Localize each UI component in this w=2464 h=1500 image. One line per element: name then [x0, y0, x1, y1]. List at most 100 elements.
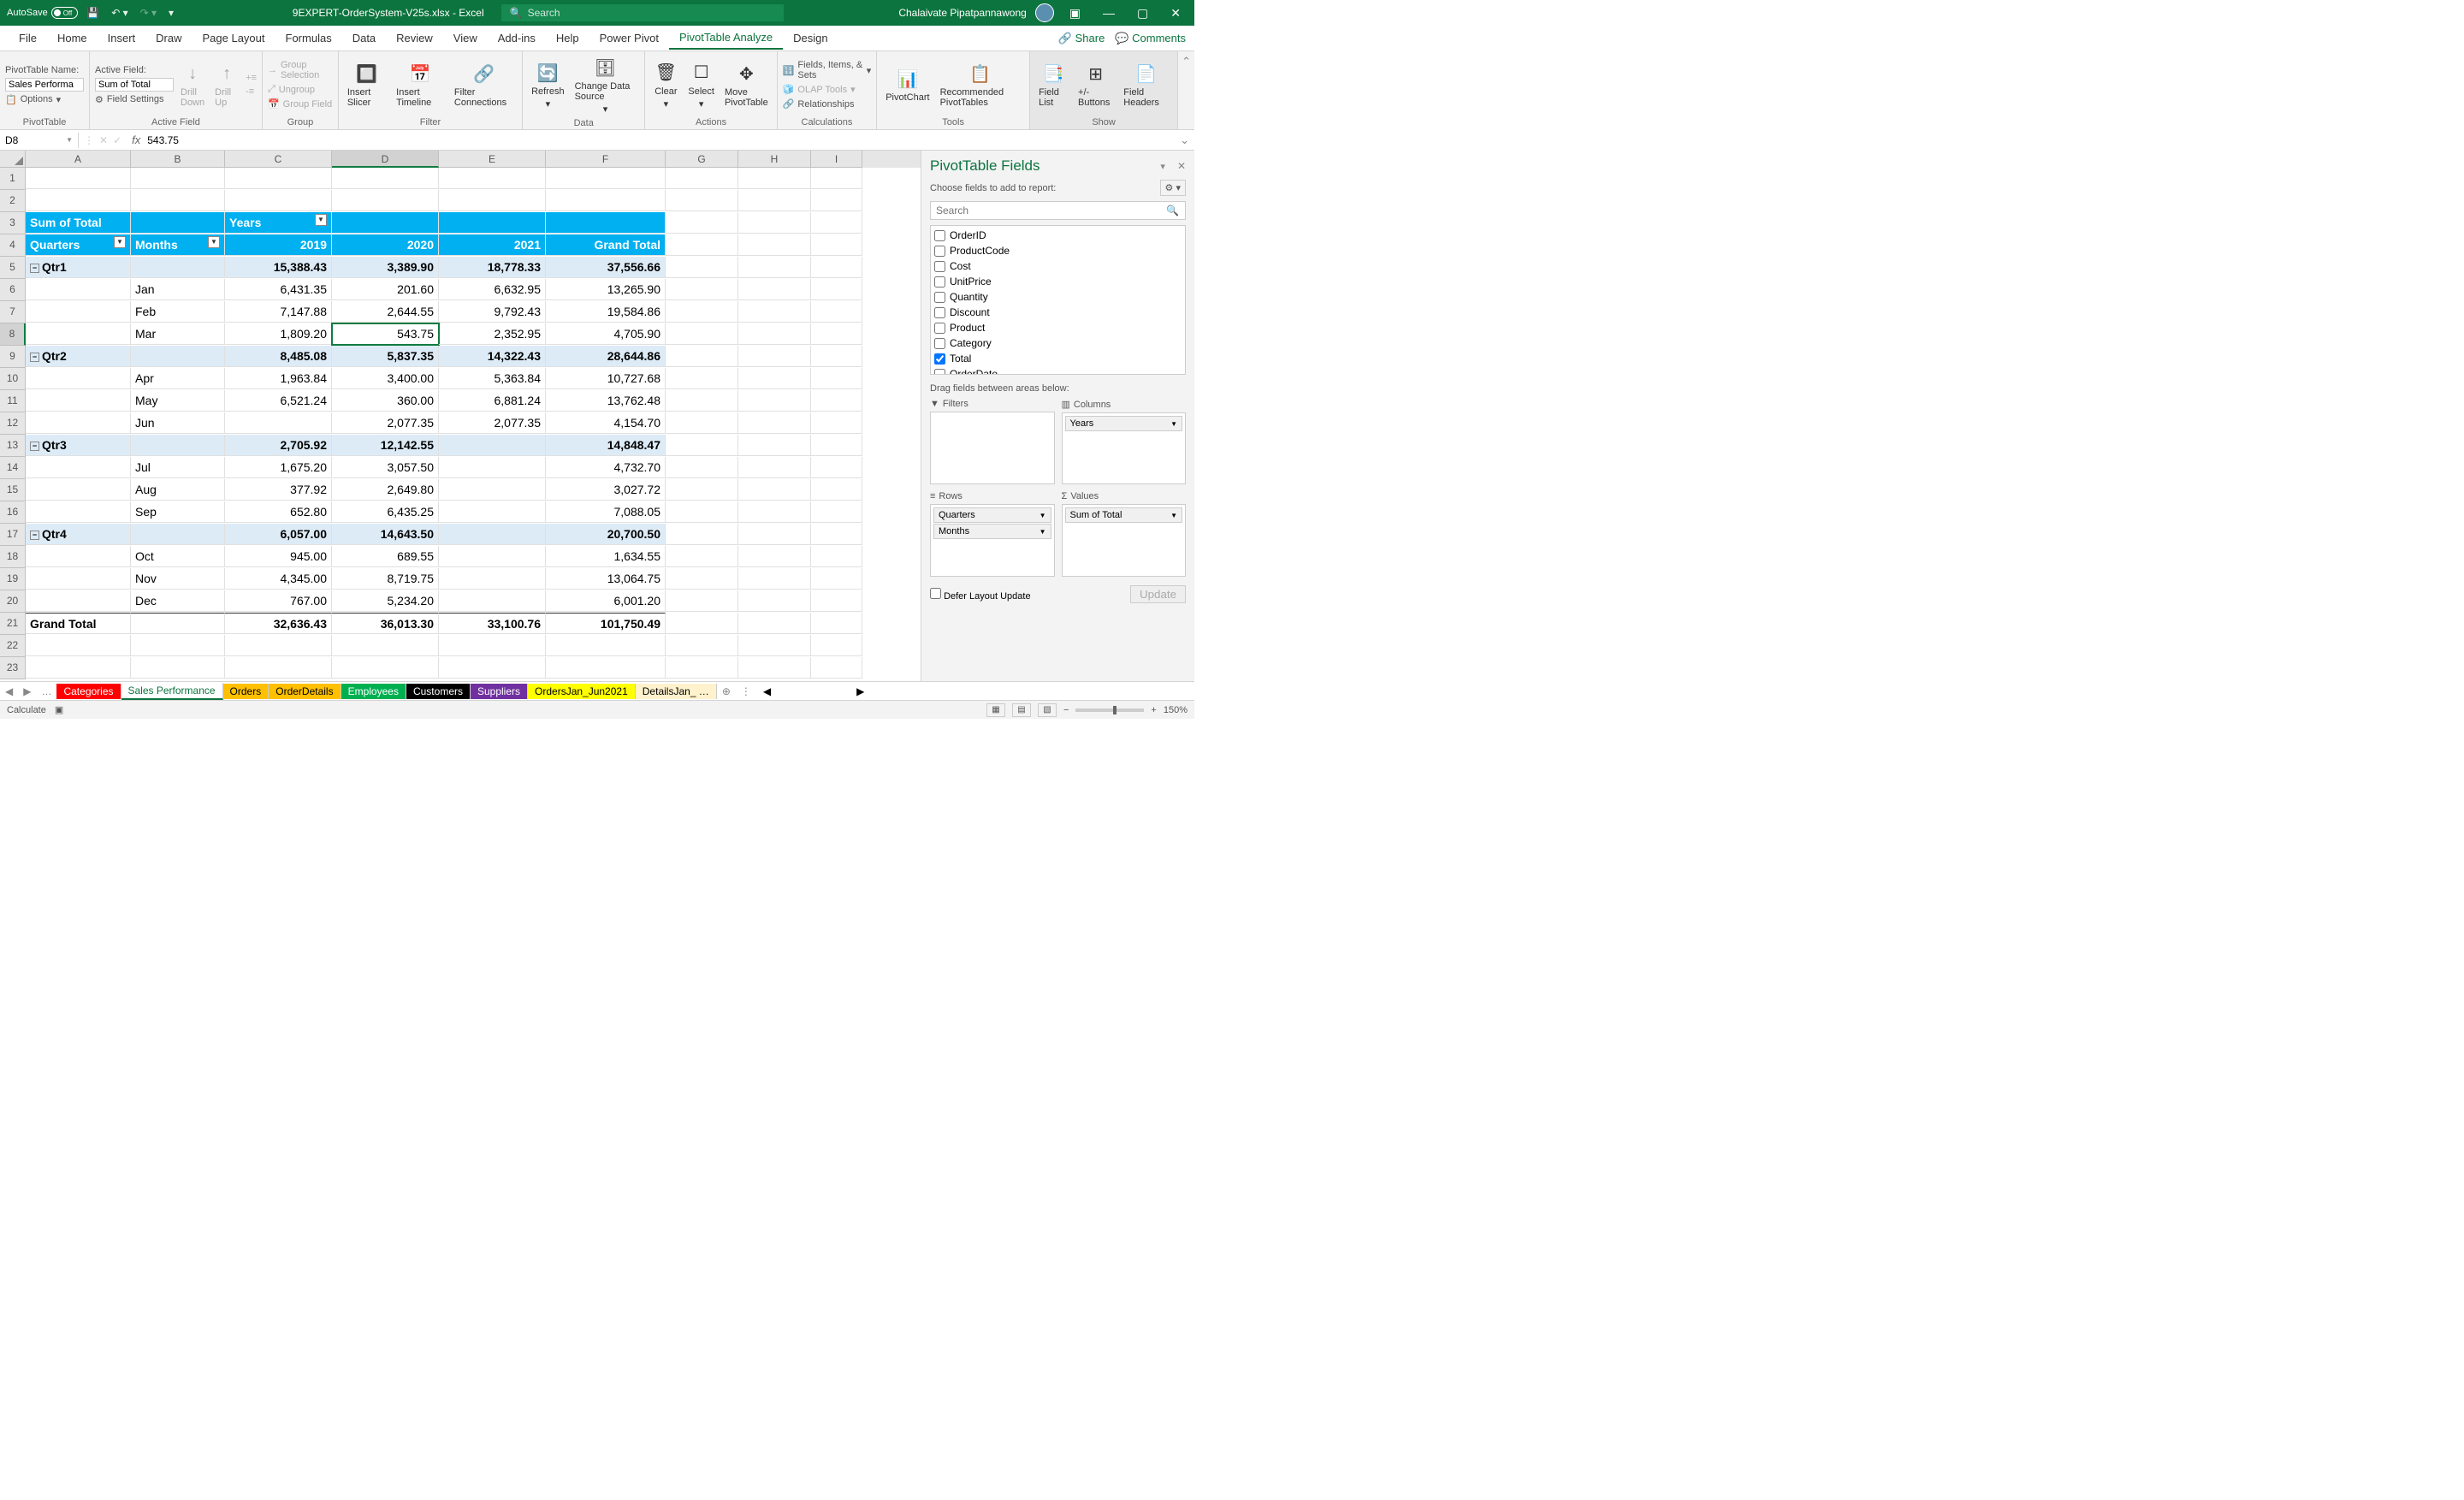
cell[interactable] — [666, 479, 738, 501]
cell[interactable] — [666, 412, 738, 434]
collapse-icon[interactable]: − — [30, 353, 39, 362]
update-button[interactable]: Update — [1130, 585, 1186, 603]
sheet-tab-employees[interactable]: Employees — [341, 684, 406, 699]
cell[interactable] — [666, 501, 738, 523]
cell[interactable] — [666, 457, 738, 478]
cell[interactable] — [738, 457, 811, 478]
cell[interactable] — [26, 657, 131, 679]
cell[interactable] — [738, 257, 811, 278]
cell[interactable] — [332, 190, 439, 211]
value-cell[interactable]: 6,431.35 — [225, 279, 332, 300]
cell[interactable] — [26, 546, 131, 567]
pm-buttons-button[interactable]: ⊞+/- Buttons — [1075, 60, 1116, 110]
row-header[interactable]: 17 — [0, 524, 26, 546]
col-header[interactable]: D — [332, 151, 439, 168]
cell[interactable] — [811, 168, 862, 189]
col-header[interactable]: C — [225, 151, 332, 168]
value-cell[interactable]: 36,013.30 — [332, 613, 439, 634]
value-cell[interactable]: 8,485.08 — [225, 346, 332, 367]
cell[interactable] — [26, 301, 131, 323]
page-break-view-button[interactable]: ▧ — [1038, 703, 1057, 717]
col-header[interactable]: H — [738, 151, 811, 168]
tab-addins[interactable]: Add-ins — [488, 27, 546, 49]
tab-page-layout[interactable]: Page Layout — [192, 27, 275, 49]
cell[interactable] — [332, 657, 439, 679]
field-checkbox[interactable] — [934, 338, 945, 349]
row-header[interactable]: 23 — [0, 657, 26, 679]
month-label[interactable] — [131, 257, 225, 278]
sheet-tab-ordersjan[interactable]: OrdersJan_Jun2021 — [528, 684, 636, 699]
new-sheet-button[interactable]: ⊕ — [717, 685, 736, 697]
qat-customize-icon[interactable]: ▾ — [165, 5, 177, 21]
cell[interactable] — [666, 635, 738, 656]
value-cell[interactable]: 4,154.70 — [546, 412, 666, 434]
columns-area[interactable]: Years▼ — [1062, 412, 1187, 484]
value-cell[interactable]: 3,400.00 — [332, 368, 439, 389]
value-cell[interactable]: 689.55 — [332, 546, 439, 567]
sheet-tab-customers[interactable]: Customers — [406, 684, 471, 699]
row-header[interactable]: 1 — [0, 168, 26, 190]
cell[interactable] — [811, 346, 862, 367]
cell[interactable] — [332, 212, 439, 234]
col-header[interactable]: B — [131, 151, 225, 168]
year-header[interactable]: 2020 — [332, 234, 439, 256]
sheet-tab-detailsjan[interactable]: DetailsJan_ … — [636, 684, 717, 699]
cell[interactable] — [131, 168, 225, 189]
cell[interactable] — [738, 613, 811, 634]
cell[interactable] — [26, 190, 131, 211]
value-cell[interactable]: 14,643.50 — [332, 524, 439, 545]
field-search-input[interactable] — [930, 201, 1186, 220]
value-cell[interactable]: 767.00 — [225, 590, 332, 612]
field-checkbox[interactable] — [934, 307, 945, 318]
value-cell[interactable]: 20,700.50 — [546, 524, 666, 545]
area-item[interactable]: Years▼ — [1065, 416, 1183, 431]
row-header[interactable]: 8 — [0, 323, 26, 346]
month-label[interactable]: Oct — [131, 546, 225, 567]
value-cell[interactable]: 14,322.43 — [439, 346, 546, 367]
row-header[interactable]: 16 — [0, 501, 26, 524]
field-pane-gear-icon[interactable]: ⚙ ▾ — [1160, 180, 1186, 196]
rows-area[interactable]: Quarters▼Months▼ — [930, 504, 1055, 577]
month-label[interactable]: Feb — [131, 301, 225, 323]
value-cell[interactable] — [439, 590, 546, 612]
month-label[interactable] — [131, 613, 225, 634]
values-area[interactable]: Sum of Total▼ — [1062, 504, 1187, 577]
cell[interactable] — [546, 190, 666, 211]
cell[interactable] — [26, 368, 131, 389]
collapse-icon[interactable]: − — [30, 442, 39, 451]
value-cell[interactable]: 377.92 — [225, 479, 332, 501]
field-checkbox[interactable] — [934, 353, 945, 365]
grand-total-header[interactable]: Grand Total — [546, 234, 666, 256]
cell[interactable] — [666, 301, 738, 323]
field-item[interactable]: Quantity — [933, 289, 1183, 305]
value-cell[interactable]: 5,234.20 — [332, 590, 439, 612]
cell[interactable] — [26, 501, 131, 523]
value-cell[interactable] — [439, 479, 546, 501]
value-cell[interactable]: 1,634.55 — [546, 546, 666, 567]
clear-button[interactable]: 🗑Clear▾ — [650, 59, 681, 111]
cell[interactable] — [738, 635, 811, 656]
value-cell[interactable]: 652.80 — [225, 501, 332, 523]
value-cell[interactable]: 5,363.84 — [439, 368, 546, 389]
cell[interactable] — [225, 190, 332, 211]
month-label[interactable]: Jun — [131, 412, 225, 434]
quarter-row[interactable]: −Qtr4 — [26, 524, 131, 545]
field-headers-button[interactable]: 📄Field Headers — [1120, 60, 1172, 110]
cell[interactable] — [738, 546, 811, 567]
collapse-icon[interactable]: − — [30, 531, 39, 540]
field-checkbox[interactable] — [934, 230, 945, 241]
group-field-button[interactable]: 📅 Group Field — [268, 98, 333, 110]
row-header[interactable]: 4 — [0, 234, 26, 257]
hscroll-right[interactable]: ▶ — [856, 685, 864, 697]
group-selection-button[interactable]: → Group Selection — [268, 59, 333, 81]
cell[interactable] — [738, 524, 811, 545]
cell[interactable] — [131, 212, 225, 234]
maximize-button[interactable]: ▢ — [1130, 4, 1155, 22]
cell[interactable] — [666, 546, 738, 567]
value-cell[interactable]: 2,077.35 — [439, 412, 546, 434]
value-cell[interactable]: 2,649.80 — [332, 479, 439, 501]
row-header[interactable]: 20 — [0, 590, 26, 613]
ungroup-button[interactable]: ⤢ Ungroup — [268, 83, 333, 96]
tab-help[interactable]: Help — [546, 27, 589, 49]
drill-down-button[interactable]: ↓Drill Down — [177, 60, 208, 110]
